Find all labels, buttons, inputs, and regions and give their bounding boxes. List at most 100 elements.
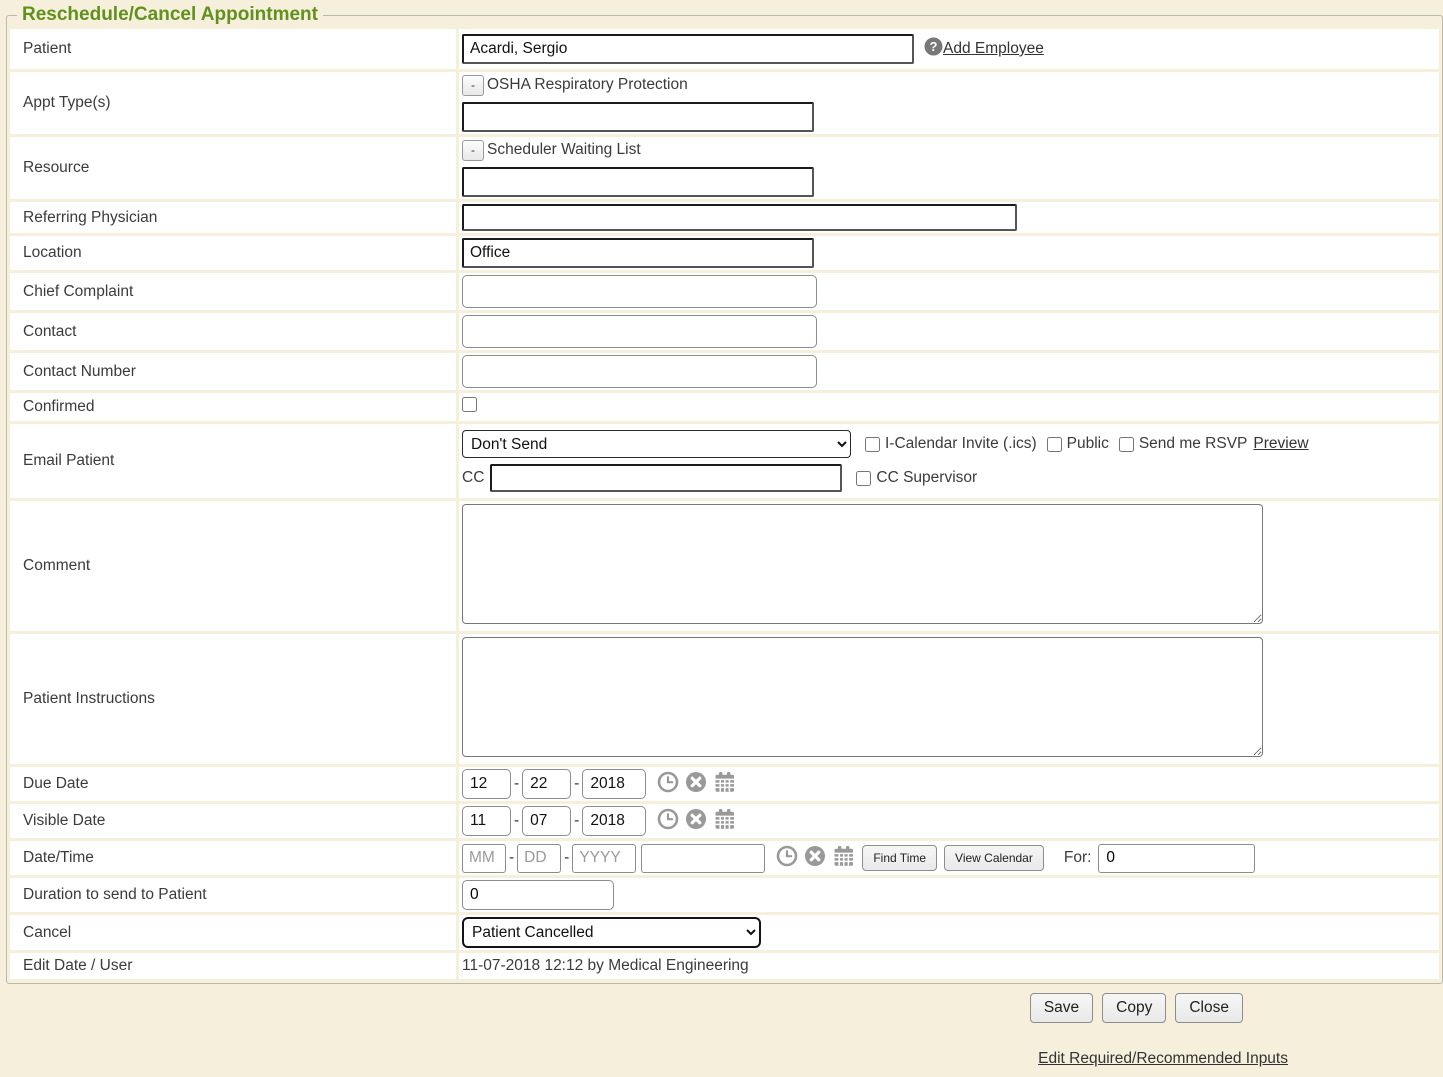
resource-row: Resource - Scheduler Waiting List [10,137,1439,199]
question-mark-icon: ? [924,37,943,61]
for-input[interactable] [1098,844,1255,873]
date-time-day-input[interactable] [517,844,561,873]
appt-type-selected: OSHA Respiratory Protection [487,76,688,94]
contact-input[interactable] [462,315,817,348]
send-rsvp-checkbox[interactable] [1119,437,1134,452]
find-time-button[interactable]: Find Time [862,845,937,871]
contact-label: Contact [10,313,456,350]
contact-row: Contact [10,313,1439,350]
public-checkbox[interactable] [1047,437,1062,452]
date-separator: - [514,812,519,830]
comment-textarea[interactable] [462,504,1263,624]
patient-instructions-label: Patient Instructions [10,634,456,764]
due-date-label: Due Date [10,767,456,801]
view-calendar-button[interactable]: View Calendar [944,845,1044,871]
date-separator: - [574,775,579,793]
confirmed-checkbox[interactable] [462,397,477,412]
email-patient-row: Email Patient Don't Send I-Calendar Invi… [10,424,1439,498]
patient-instructions-textarea[interactable] [462,637,1263,757]
contact-number-label: Contact Number [10,353,456,390]
visible-date-row: Visible Date - - [10,804,1439,838]
chief-complaint-row: Chief Complaint [10,273,1439,310]
appt-type-label: Appt Type(s) [10,72,456,134]
edit-date-user-row: Edit Date / User 11-07-2018 12:12 by Med… [10,953,1439,979]
date-separator: - [564,849,569,867]
email-send-select[interactable]: Don't Send [462,430,851,458]
page-title: Reschedule/Cancel Appointment [17,4,323,26]
svg-text:?: ? [930,39,938,54]
referring-physician-label: Referring Physician [10,202,456,233]
public-label: Public [1067,435,1109,453]
appt-type-remove-button[interactable]: - [462,75,484,96]
due-date-day-input[interactable] [522,769,571,799]
clear-x-icon[interactable] [685,771,707,798]
date-time-time-input[interactable] [641,844,765,873]
location-input[interactable] [462,238,814,268]
clock-icon[interactable] [657,808,679,835]
resource-remove-button[interactable]: - [462,140,484,161]
resource-input[interactable] [462,167,814,197]
cc-supervisor-checkbox[interactable] [856,471,871,486]
confirmed-row: Confirmed [10,393,1439,421]
edit-date-user-label: Edit Date / User [10,953,456,979]
preview-link[interactable]: Preview [1253,435,1308,453]
calendar-icon[interactable] [832,845,855,872]
due-date-month-input[interactable] [462,769,511,799]
cc-supervisor-label: CC Supervisor [876,469,977,487]
date-time-row: Date/Time - - Find Time View Calendar [10,841,1439,875]
patient-input[interactable] [462,34,914,64]
visible-date-label: Visible Date [10,804,456,838]
comment-row: Comment [10,501,1439,631]
close-button[interactable]: Close [1175,993,1243,1023]
appt-type-row: Appt Type(s) - OSHA Respiratory Protecti… [10,72,1439,134]
edit-required-inputs-link[interactable]: Edit Required/Recommended Inputs [1038,1050,1288,1067]
referring-physician-row: Referring Physician [10,202,1439,233]
comment-label: Comment [10,501,456,631]
location-row: Location [10,236,1439,270]
due-date-year-input[interactable] [582,769,646,799]
clear-x-icon[interactable] [804,845,826,872]
duration-input[interactable] [462,880,614,910]
footer: Edit Required/Recommended Inputs [0,1050,1443,1068]
chief-complaint-input[interactable] [462,275,817,308]
date-time-year-input[interactable] [572,844,636,873]
clock-icon[interactable] [657,771,679,798]
cancel-label: Cancel [10,915,456,950]
contact-number-input[interactable] [462,355,817,388]
ical-invite-checkbox[interactable] [865,437,880,452]
date-time-month-input[interactable] [462,844,506,873]
resource-label: Resource [10,137,456,199]
edit-date-user-value: 11-07-2018 12:12 by Medical Engineering [462,957,749,974]
calendar-icon[interactable] [713,808,736,835]
visible-date-year-input[interactable] [582,806,646,836]
appointment-form: Reschedule/Cancel Appointment Patient ? … [6,4,1443,984]
resource-selected: Scheduler Waiting List [487,141,641,159]
cc-input[interactable] [490,464,842,492]
appt-type-input[interactable] [462,102,814,132]
patient-row: Patient ? Add Employee [10,29,1439,69]
duration-label: Duration to send to Patient [10,878,456,912]
save-button[interactable]: Save [1030,993,1093,1023]
contact-number-row: Contact Number [10,353,1439,390]
copy-button[interactable]: Copy [1102,993,1166,1023]
cc-label: CC [462,469,484,487]
for-label: For: [1064,849,1092,867]
visible-date-month-input[interactable] [462,806,511,836]
ical-invite-label: I-Calendar Invite (.ics) [885,435,1037,453]
due-date-row: Due Date - - [10,767,1439,801]
email-patient-label: Email Patient [10,424,456,498]
clock-icon[interactable] [776,845,798,872]
appointment-table: Patient ? Add Employee Appt Type(s) - OS… [7,26,1442,982]
visible-date-day-input[interactable] [522,806,571,836]
confirmed-label: Confirmed [10,393,456,421]
cancel-select[interactable]: Patient Cancelled [462,917,761,948]
action-buttons: Save Copy Close [0,993,1443,1023]
date-separator: - [574,812,579,830]
cancel-row: Cancel Patient Cancelled [10,915,1439,950]
patient-instructions-row: Patient Instructions [10,634,1439,764]
date-separator: - [509,849,514,867]
clear-x-icon[interactable] [685,808,707,835]
calendar-icon[interactable] [713,771,736,798]
add-employee-link[interactable]: Add Employee [943,40,1044,58]
referring-physician-input[interactable] [462,204,1017,231]
